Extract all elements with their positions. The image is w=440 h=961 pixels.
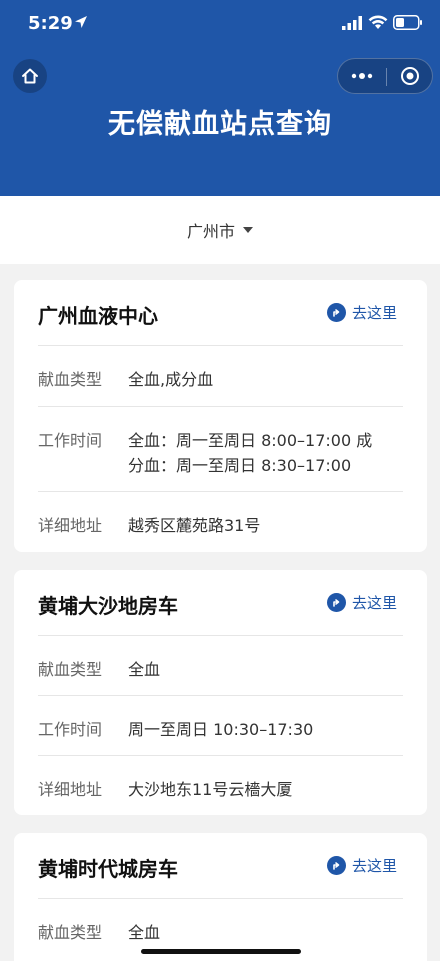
address-label: 详细地址 — [38, 516, 103, 535]
blood-type-label: 献血类型 — [38, 370, 103, 389]
home-indicator[interactable] — [141, 949, 301, 954]
more-dots-icon — [351, 73, 373, 79]
go-here-label: 去这里 — [351, 594, 397, 612]
wifi-icon — [368, 15, 388, 29]
station-card: 广州血液中心 去这里 献血类型 全血,成分血 工作时间 全血：周一至周日 8:0… — [14, 280, 427, 552]
address-row: 详细地址 大沙地东11号云檣大厦 — [38, 756, 403, 815]
navigation-icon — [326, 303, 346, 322]
station-card-header: 广州血液中心 去这里 — [38, 280, 403, 346]
battery-icon — [393, 15, 422, 30]
blood-type-row: 献血类型 全血,成分血 — [38, 346, 403, 407]
signal-icon — [342, 16, 362, 30]
home-button[interactable] — [13, 59, 47, 93]
go-here-button[interactable]: 去这里 — [326, 302, 397, 323]
station-card: 黄埔大沙地房车 去这里 献血类型 全血 工作时间 周一至周日 10:30–17:… — [14, 570, 427, 815]
blood-type-value: 全血 — [128, 923, 161, 942]
more-button[interactable] — [338, 59, 386, 93]
city-selector[interactable]: 广州市 — [0, 196, 440, 264]
blood-type-label: 献血类型 — [38, 923, 103, 942]
station-name: 黄埔时代城房车 — [38, 857, 178, 881]
station-name: 广州血液中心 — [38, 304, 158, 328]
target-close-icon — [401, 67, 419, 85]
navigation-icon — [326, 593, 346, 612]
blood-type-value: 全血,成分血 — [128, 370, 214, 389]
station-card-header: 黄埔时代城房车 去这里 — [38, 833, 403, 899]
close-miniprogram-button[interactable] — [387, 59, 433, 93]
station-name: 黄埔大沙地房车 — [38, 594, 178, 618]
city-label: 广州市 — [186, 222, 235, 241]
go-here-label: 去这里 — [351, 857, 397, 875]
station-card: 黄埔时代城房车 去这里 献血类型 全血 — [14, 833, 427, 961]
status-time: 5:29 — [28, 13, 73, 34]
work-time-label: 工作时间 — [38, 431, 103, 450]
work-time-label: 工作时间 — [38, 720, 103, 739]
location-arrow-icon — [75, 16, 87, 28]
go-here-button[interactable]: 去这里 — [326, 855, 397, 876]
page-title: 无偿献血站点查询 — [108, 109, 332, 140]
work-time-value: 周一至周日 10:30–17:30 — [128, 720, 314, 739]
go-here-button[interactable]: 去这里 — [326, 592, 397, 613]
address-value: 大沙地东11号云檣大厦 — [128, 780, 293, 799]
blood-type-label: 献血类型 — [38, 660, 103, 679]
address-row: 详细地址 越秀区麓苑路31号 — [38, 492, 403, 552]
work-time-value: 全血：周一至周日 8:00–17:00 成 — [128, 431, 373, 450]
work-time-value-line2: 分血：周一至周日 8:30–17:00 — [128, 456, 352, 475]
home-icon — [22, 68, 38, 84]
blood-type-value: 全血 — [128, 660, 161, 679]
go-here-label: 去这里 — [351, 304, 397, 322]
miniprogram-capsule — [337, 58, 433, 94]
header: 5:29 无偿献血站点查询 — [0, 0, 440, 196]
station-card-header: 黄埔大沙地房车 去这里 — [38, 570, 403, 636]
address-label: 详细地址 — [38, 780, 103, 799]
status-bar: 5:29 — [0, 0, 440, 46]
blood-type-row: 献血类型 全血 — [38, 636, 403, 696]
navigation-icon — [326, 856, 346, 875]
caret-down-icon — [243, 227, 253, 233]
work-time-row: 工作时间 全血：周一至周日 8:00–17:00 成 分血：周一至周日 8:30… — [38, 407, 403, 492]
address-value: 越秀区麓苑路31号 — [128, 516, 261, 535]
work-time-row: 工作时间 周一至周日 10:30–17:30 — [38, 696, 403, 756]
